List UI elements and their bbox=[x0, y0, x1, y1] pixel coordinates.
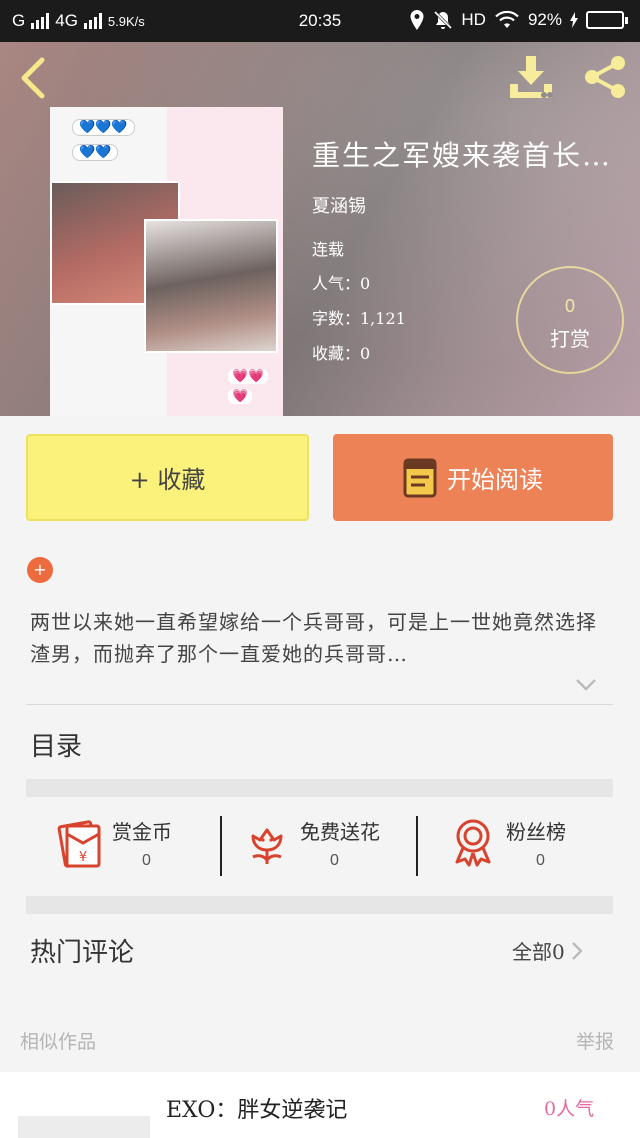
similar-book-popularity: 0人气 bbox=[544, 1098, 595, 1120]
status-bar: G 4G 5.9K/s 20:35 HD 92% bbox=[0, 0, 640, 42]
start-reading-label: 开始阅读 bbox=[447, 466, 543, 494]
reward-coins-value: 0 bbox=[142, 852, 151, 869]
word-count: 字数：1,121 bbox=[312, 309, 406, 328]
book-header: 💙💙💙 💙💙 💗💗 💗 重生之军嫂来袭首长… 夏涵锡 连载 人气：0 字数：1,… bbox=[0, 42, 640, 416]
section-separator bbox=[26, 896, 613, 914]
reward-coins-stat[interactable]: ¥ 赏金币 0 bbox=[54, 812, 214, 880]
stat-divider bbox=[416, 816, 418, 876]
cover-hearts: 💗💗 💗 bbox=[228, 369, 269, 409]
stat-divider bbox=[220, 816, 222, 876]
add-tag-button[interactable]: + bbox=[27, 557, 53, 583]
fan-ranking-label: 粉丝榜 bbox=[506, 820, 566, 844]
book-author[interactable]: 夏涵锡 bbox=[312, 192, 366, 218]
battery-icon bbox=[586, 11, 628, 29]
section-separator bbox=[26, 779, 613, 797]
book-summary: 两世以来她一直希望嫁给一个兵哥哥，可是上一世她竟然选择渣男，而抛弃了那个一直爱她… bbox=[30, 610, 597, 666]
cover-bubbles: 💙💙💙 💙💙 bbox=[72, 119, 135, 169]
charging-bolt-icon bbox=[570, 12, 578, 28]
reward-coins-label: 赏金币 bbox=[112, 820, 172, 844]
mute-bell-icon bbox=[434, 10, 453, 30]
book-cover: 💙💙💙 💙💙 💗💗 💗 bbox=[50, 107, 283, 416]
location-icon bbox=[410, 10, 424, 30]
all-comments-label: 全部0 bbox=[512, 940, 565, 964]
download-icon[interactable] bbox=[506, 54, 556, 100]
free-flower-stat[interactable]: 免费送花 0 bbox=[242, 812, 412, 880]
red-envelope-icon: ¥ bbox=[57, 820, 101, 868]
fan-ranking-stat[interactable]: 粉丝榜 0 bbox=[448, 812, 608, 880]
chevron-right-icon bbox=[571, 941, 583, 960]
book-title: 重生之军嫂来袭首长… bbox=[312, 139, 613, 172]
back-arrow-icon[interactable] bbox=[16, 56, 52, 100]
toc-title[interactable]: 目录 bbox=[30, 726, 82, 763]
cover-photo-woman bbox=[144, 219, 278, 353]
report-button[interactable]: 举报 bbox=[576, 1027, 614, 1054]
popularity-count: 人气：0 bbox=[312, 274, 371, 293]
flower-icon bbox=[251, 828, 283, 864]
tip-button[interactable]: 0 打赏 bbox=[516, 266, 624, 374]
add-to-collection-button[interactable]: + 收藏 bbox=[26, 434, 309, 521]
svg-text:¥: ¥ bbox=[79, 850, 87, 865]
book-icon bbox=[403, 458, 437, 497]
tip-count: 0 bbox=[564, 296, 575, 316]
fan-ranking-value: 0 bbox=[536, 852, 545, 869]
free-flower-label: 免费送花 bbox=[300, 820, 380, 844]
battery-percent: 92% bbox=[527, 10, 562, 29]
list-item[interactable]: EXO：胖女逆袭记 0人气 bbox=[0, 1072, 640, 1138]
chevron-down-icon[interactable] bbox=[575, 678, 597, 692]
add-to-collection-label: + 收藏 bbox=[129, 466, 206, 494]
wifi-icon bbox=[495, 10, 519, 28]
share-icon[interactable] bbox=[580, 54, 630, 100]
hot-comments-title: 热门评论 bbox=[30, 938, 135, 968]
all-comments-link[interactable]: 全部0 bbox=[512, 936, 583, 965]
award-medal-icon bbox=[455, 819, 491, 867]
similar-works-title: 相似作品 bbox=[20, 1031, 97, 1053]
tip-label: 打赏 bbox=[550, 327, 590, 351]
similar-book-thumbnail bbox=[18, 1116, 150, 1138]
similar-book-title: EXO：胖女逆袭记 bbox=[166, 1098, 348, 1123]
free-flower-value: 0 bbox=[330, 852, 339, 869]
favorites-count: 收藏：0 bbox=[312, 344, 371, 363]
start-reading-button[interactable]: 开始阅读 bbox=[333, 434, 613, 521]
divider bbox=[26, 704, 613, 705]
hd-label: HD bbox=[461, 10, 486, 29]
serial-status: 连载 bbox=[312, 240, 345, 259]
